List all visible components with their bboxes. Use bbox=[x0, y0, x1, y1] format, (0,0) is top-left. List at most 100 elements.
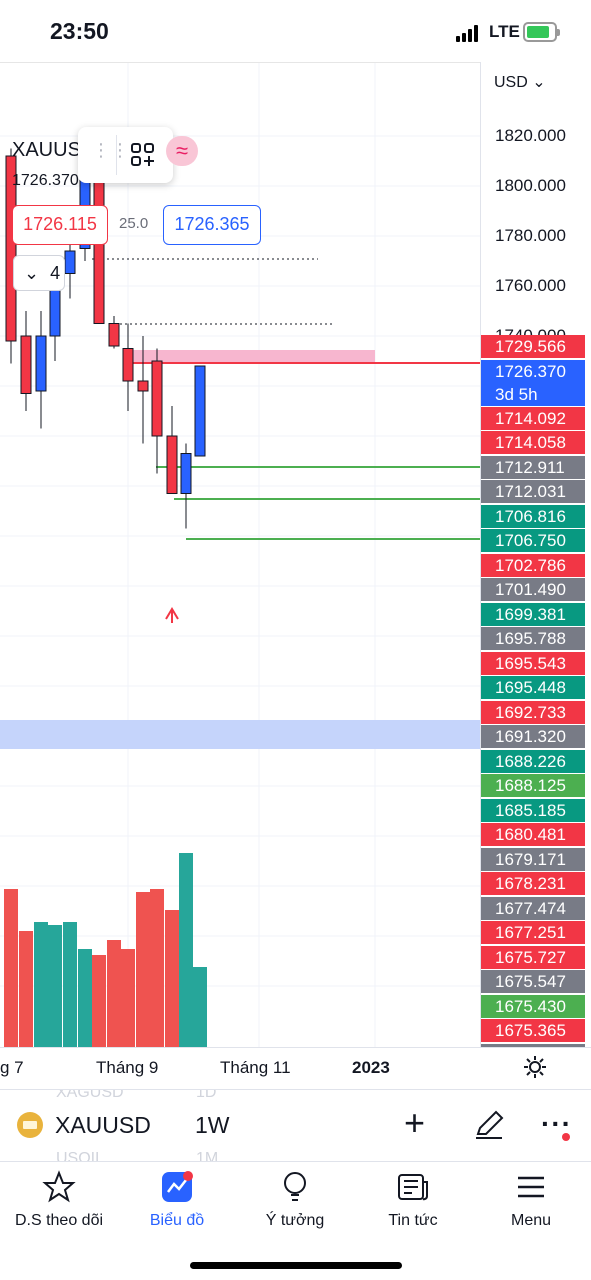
time-label: g 7 bbox=[0, 1058, 24, 1077]
price-tag: 1680.481 bbox=[481, 823, 585, 846]
candle-body bbox=[20, 335, 32, 394]
price-tag: 1699.381 bbox=[481, 602, 585, 626]
nav-label: Menu bbox=[510, 1212, 552, 1229]
price-tag: 1706.816 bbox=[481, 504, 585, 528]
add-panel-icon[interactable] bbox=[130, 142, 156, 168]
price-tag: 1714.058 bbox=[481, 431, 585, 454]
sell-button[interactable]: 1726.115 bbox=[12, 205, 108, 245]
floating-toolbox[interactable]: ⋮⋮ bbox=[78, 127, 173, 183]
nav-label: Tin tức bbox=[388, 1212, 438, 1229]
chart-symbol[interactable]: XAUUS bbox=[12, 139, 81, 162]
candle-body bbox=[108, 323, 120, 347]
price-tag: 1688.226 bbox=[481, 749, 585, 773]
price-tag: 1712.031 bbox=[481, 480, 585, 503]
signal-arrow-icon bbox=[165, 607, 179, 623]
nav-watchlist[interactable]: D.S theo dõi bbox=[0, 1170, 118, 1240]
nav-label: D.S theo dõi bbox=[14, 1212, 104, 1229]
volume-bar bbox=[150, 889, 164, 1048]
price-tag: 1714.092 bbox=[481, 406, 585, 430]
indicator-count: 4 bbox=[50, 263, 61, 283]
price-tag: 1692.733 bbox=[481, 700, 585, 724]
news-icon bbox=[398, 1174, 428, 1201]
price-axis-label: 1780.000 bbox=[495, 226, 566, 245]
candle-body bbox=[122, 348, 134, 382]
add-icon[interactable]: + bbox=[404, 1102, 425, 1144]
volume-bar bbox=[121, 949, 135, 1048]
candle-body bbox=[64, 250, 76, 274]
symbol-toolbar: XAGUSD 1D USOIL 1M XAUUSD 1W + ··· bbox=[0, 1089, 591, 1161]
wave-icon[interactable]: ≈ bbox=[166, 136, 198, 166]
countdown-label: 3d 5h bbox=[495, 384, 538, 404]
volume-bar bbox=[136, 892, 150, 1048]
price-tag: 1688.125 bbox=[481, 774, 585, 797]
nav-label: Biểu đồ bbox=[149, 1212, 205, 1229]
ghost-symbol: USOIL bbox=[56, 1150, 105, 1161]
volume-bar bbox=[193, 967, 207, 1048]
volume-bar bbox=[34, 922, 48, 1048]
lightbulb-icon bbox=[284, 1172, 306, 1201]
volume-bar bbox=[78, 949, 92, 1048]
price-tag: 1729.566 bbox=[481, 335, 585, 358]
volume-bar bbox=[19, 931, 33, 1048]
price-tag: 1695.448 bbox=[481, 676, 585, 699]
candle-body bbox=[35, 335, 47, 392]
price-tag: 1695.788 bbox=[481, 627, 585, 650]
star-icon bbox=[42, 1170, 76, 1203]
volume-bar bbox=[48, 925, 62, 1048]
menu-icon bbox=[518, 1176, 544, 1198]
drawing-tools-icon[interactable] bbox=[472, 1108, 506, 1142]
price-tag: 1678.231 bbox=[481, 872, 585, 895]
battery-icon bbox=[523, 22, 560, 42]
buy-button[interactable]: 1726.365 bbox=[163, 205, 261, 245]
symbol-picker[interactable]: XAUUSD bbox=[55, 1112, 151, 1139]
signal-strength-icon bbox=[456, 24, 482, 42]
price-tag: 1695.543 bbox=[481, 651, 585, 675]
support-zone bbox=[0, 720, 480, 749]
ghost-interval: 1D bbox=[196, 1089, 217, 1101]
time-label: 2023 bbox=[352, 1058, 390, 1077]
volume-bar bbox=[63, 922, 77, 1048]
candle-body bbox=[151, 360, 163, 437]
status-time: 23:50 bbox=[50, 18, 109, 44]
ghost-symbol: XAGUSD bbox=[56, 1089, 124, 1101]
chart-icon bbox=[162, 1171, 193, 1202]
resistance-zone bbox=[128, 350, 375, 362]
price-tag: 1712.911 bbox=[481, 455, 585, 479]
nav-news[interactable]: Tin tức bbox=[354, 1170, 472, 1240]
notification-dot bbox=[562, 1133, 570, 1141]
price-axis-label: 1820.000 bbox=[495, 126, 566, 145]
volume-bar bbox=[107, 940, 121, 1048]
nav-label: Ý tưởng bbox=[265, 1212, 325, 1229]
drag-handle-icon[interactable]: ⋮⋮ bbox=[92, 141, 129, 159]
candle-body bbox=[180, 453, 192, 494]
spread-value: 25.0 bbox=[119, 215, 149, 232]
price-tag: 1706.750 bbox=[481, 529, 585, 552]
price-tag: 1675.430 bbox=[481, 994, 585, 1018]
time-label: Tháng 11 bbox=[220, 1058, 291, 1077]
price-tag: 1677.474 bbox=[481, 896, 585, 920]
candle-body bbox=[166, 435, 178, 494]
price-axis-label: 1800.000 bbox=[495, 176, 566, 195]
ghost-interval: 1M bbox=[196, 1150, 219, 1161]
time-axis[interactable] bbox=[0, 1047, 591, 1089]
interval-picker[interactable]: 1W bbox=[195, 1112, 230, 1139]
price-tag: 1675.547 bbox=[481, 970, 585, 993]
network-type: LTE bbox=[489, 22, 520, 41]
collapse-indicators-button[interactable]: ⌄ 4 bbox=[13, 255, 65, 291]
nav-menu[interactable]: Menu bbox=[472, 1170, 590, 1240]
candle-body bbox=[137, 380, 149, 392]
nav-ideas[interactable]: Ý tưởng bbox=[236, 1170, 354, 1240]
currency-selector[interactable]: USD ⌄ bbox=[494, 72, 546, 92]
volume-bar bbox=[4, 889, 18, 1048]
status-bar: 23:50 LTE bbox=[0, 0, 591, 62]
price-axis-label: 1760.000 bbox=[495, 276, 566, 295]
price-tag: 1701.490 bbox=[481, 578, 585, 601]
price-tag: 1677.251 bbox=[481, 921, 585, 944]
price-tag: 1675.727 bbox=[481, 945, 585, 969]
gold-bar-icon bbox=[17, 1112, 43, 1138]
nav-chart[interactable]: Biểu đồ bbox=[118, 1170, 236, 1240]
price-tag: 1679.171 bbox=[481, 847, 585, 871]
settings-gear-icon[interactable] bbox=[521, 1053, 549, 1081]
candle-body bbox=[194, 365, 206, 457]
time-label: Tháng 9 bbox=[96, 1058, 159, 1077]
